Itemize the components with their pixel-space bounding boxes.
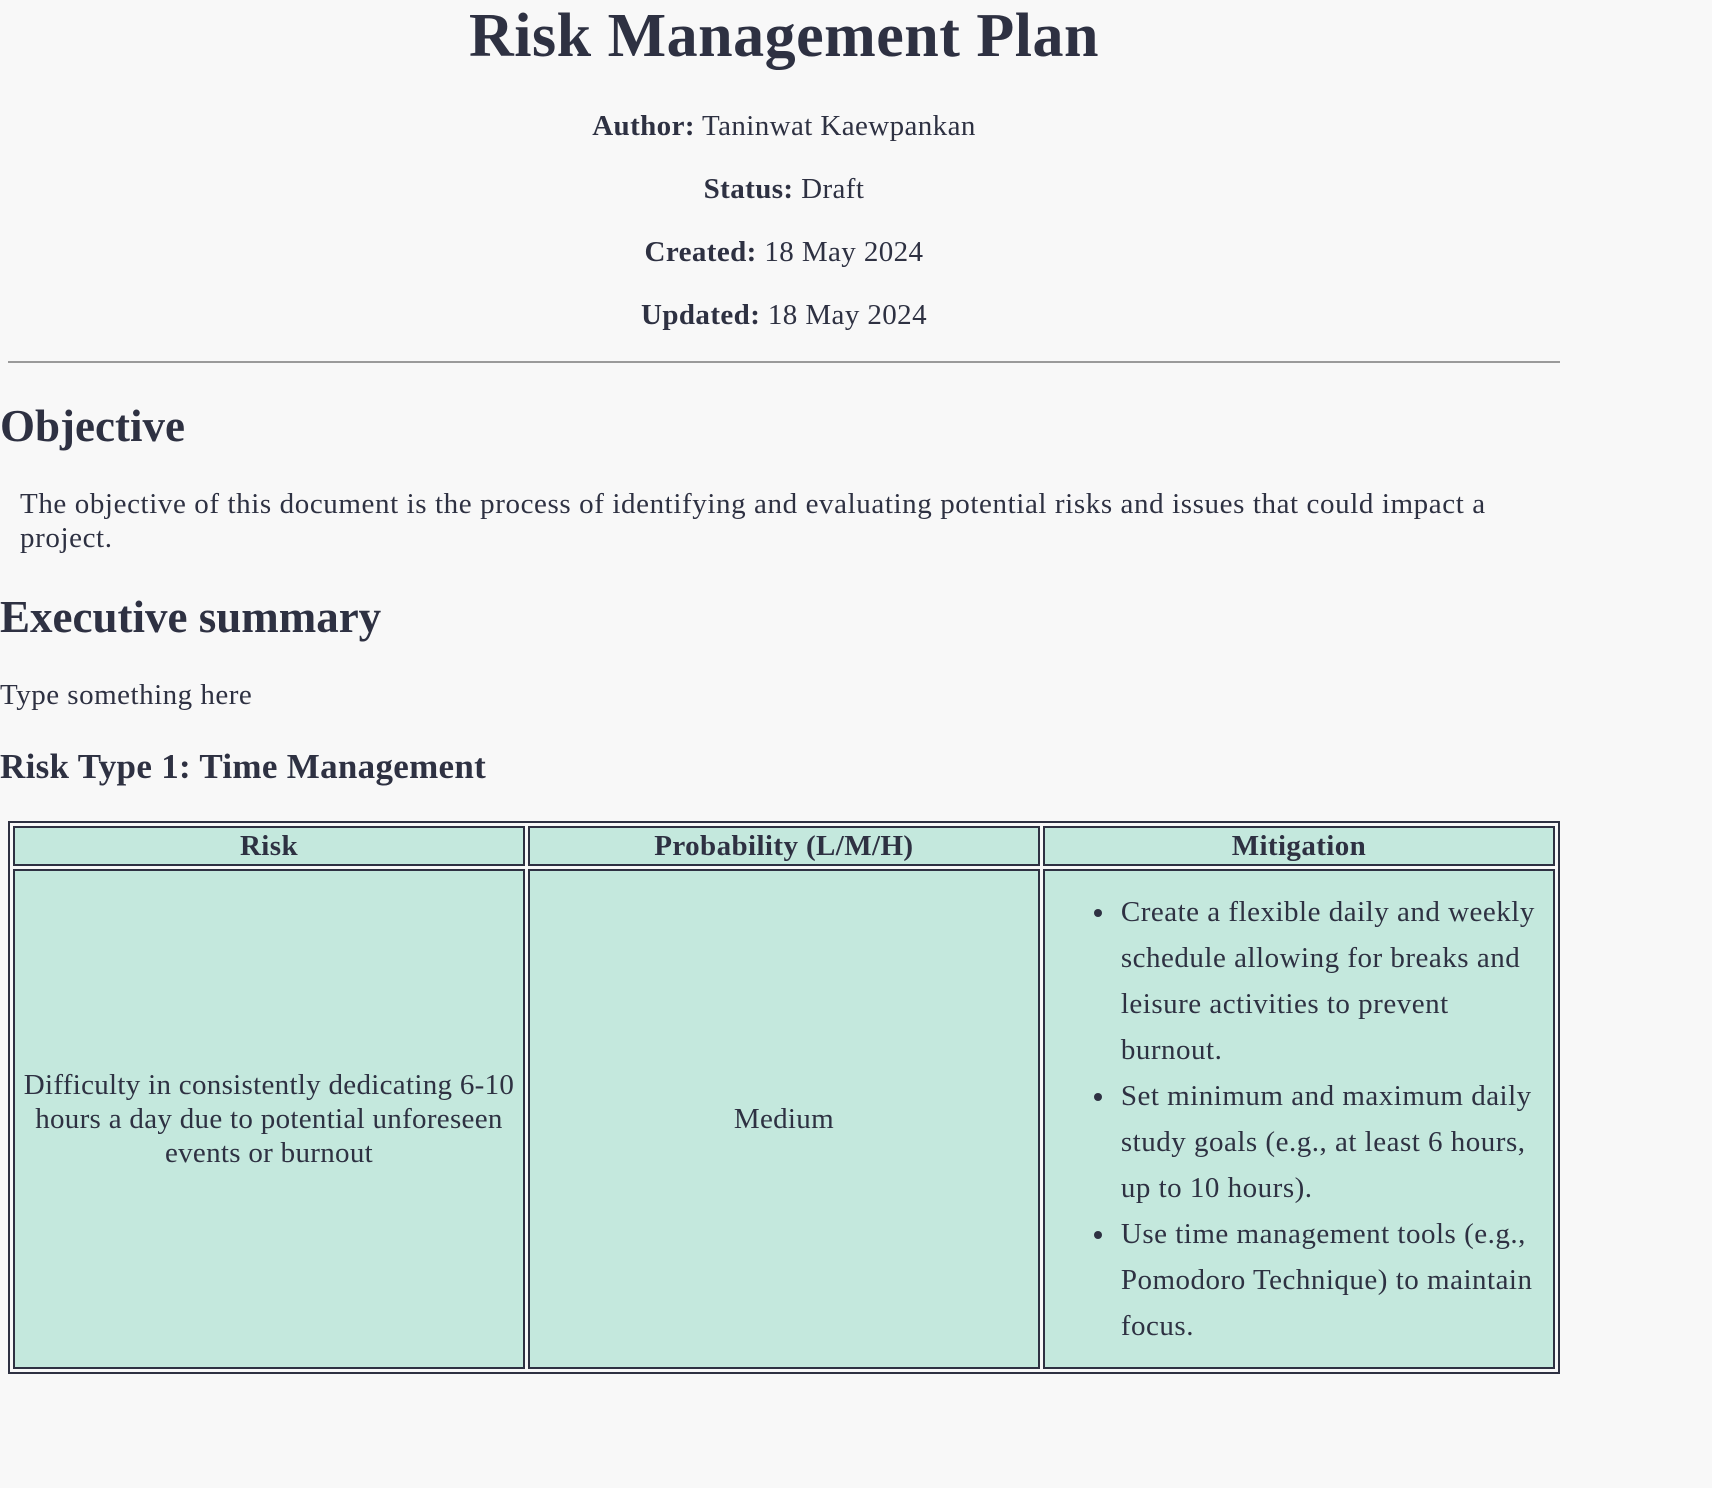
list-item: Use time management tools (e.g., Pomodor… <box>1117 1211 1549 1349</box>
meta-created-label: Created: <box>644 236 757 268</box>
list-item: Set minimum and maximum daily study goal… <box>1117 1073 1549 1211</box>
column-header-risk: Risk <box>13 826 525 866</box>
list-item: Create a flexible daily and weekly sched… <box>1117 889 1549 1073</box>
meta-created-value: 18 May 2024 <box>764 236 924 268</box>
page-title: Risk Management Plan <box>469 2 1099 70</box>
executive-summary-heading: Executive summary <box>0 592 382 642</box>
meta-author-label: Author: <box>592 110 695 142</box>
table-header-row: Risk Probability (L/M/H) Mitigation <box>13 826 1555 866</box>
section-divider <box>8 361 1560 363</box>
objective-heading: Objective <box>0 401 185 451</box>
risk-table-container: Risk Probability (L/M/H) Mitigation Diff… <box>8 821 1560 1374</box>
meta-author-value: Taninwat Kaewpankan <box>702 110 976 142</box>
document-page: Risk Management Plan Author: Taninwat Ka… <box>0 0 1568 361</box>
meta-status-value: Draft <box>801 173 865 205</box>
meta-status: Status: Draft <box>0 172 1568 235</box>
risk-cell: Difficulty in consistently dedicating 6-… <box>13 869 525 1369</box>
meta-status-label: Status: <box>703 173 794 205</box>
probability-cell: Medium <box>527 869 1040 1369</box>
mitigation-cell: Create a flexible daily and weekly sched… <box>1042 869 1555 1369</box>
meta-updated-label: Updated: <box>641 299 761 331</box>
table-row: Difficulty in consistently dedicating 6-… <box>13 869 1555 1369</box>
executive-summary-text[interactable]: Type something here <box>0 678 1568 712</box>
column-header-probability: Probability (L/M/H) <box>527 826 1040 866</box>
meta-updated: Updated: 18 May 2024 <box>0 298 1568 361</box>
meta-updated-value: 18 May 2024 <box>767 299 927 331</box>
document-meta: Author: Taninwat Kaewpankan Status: Draf… <box>0 109 1568 361</box>
meta-created: Created: 18 May 2024 <box>0 235 1568 298</box>
mitigation-list: Create a flexible daily and weekly sched… <box>1045 889 1549 1349</box>
risk-table: Risk Probability (L/M/H) Mitigation Diff… <box>8 821 1560 1374</box>
objective-text: The objective of this document is the pr… <box>20 488 1486 554</box>
risk-type-1-heading: Risk Type 1: Time Management <box>0 747 487 786</box>
column-header-mitigation: Mitigation <box>1042 826 1555 866</box>
meta-author: Author: Taninwat Kaewpankan <box>0 109 1568 172</box>
